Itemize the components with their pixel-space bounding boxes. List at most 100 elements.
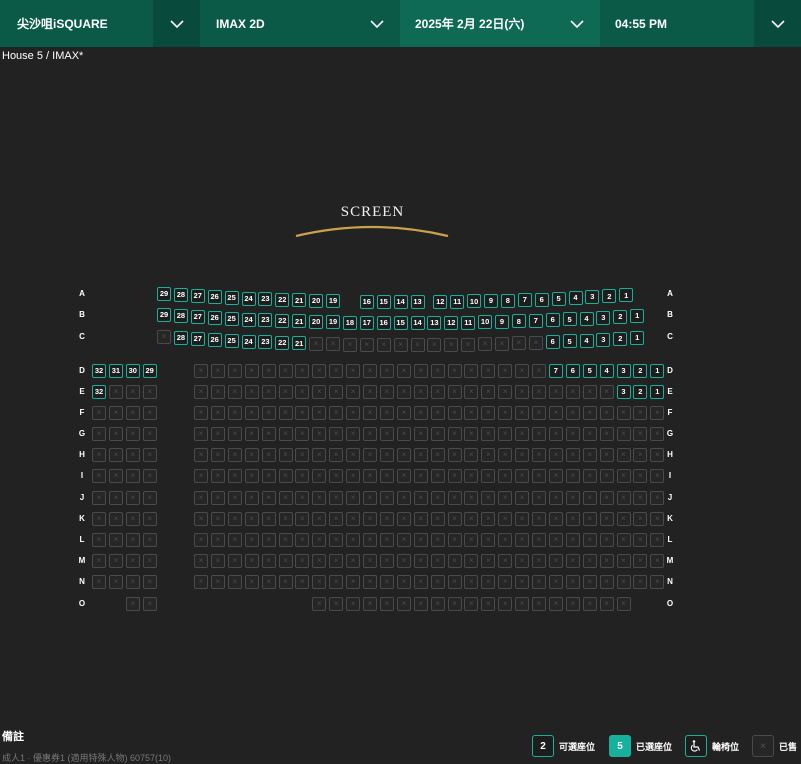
seat-available[interactable]: 21 — [292, 314, 307, 329]
format-select[interactable]: IMAX 2D — [200, 0, 400, 47]
seat-sold — [633, 533, 648, 547]
seat-available[interactable]: 16 — [359, 294, 374, 309]
seat-available[interactable]: 26 — [207, 289, 222, 304]
seat-available[interactable]: 23 — [258, 292, 273, 307]
seat-available[interactable]: 30 — [125, 364, 140, 378]
seat-available[interactable]: 20 — [309, 314, 324, 329]
seat-available[interactable]: 19 — [326, 294, 340, 309]
seat-available[interactable]: 25 — [224, 333, 239, 348]
chevron-down-icon[interactable] — [754, 0, 801, 47]
seat-available[interactable]: 4 — [599, 364, 614, 378]
chevron-down-icon[interactable] — [353, 0, 400, 47]
seat-available[interactable]: 24 — [241, 334, 256, 349]
seat-available[interactable]: 24 — [241, 291, 256, 306]
seat-available[interactable]: 25 — [224, 290, 239, 305]
seat-available[interactable]: 29 — [157, 307, 171, 322]
seat-available[interactable]: 26 — [207, 332, 222, 347]
seat-sold — [329, 533, 344, 547]
seat-available[interactable]: 22 — [275, 335, 290, 350]
seat-available[interactable]: 23 — [258, 335, 273, 350]
seat-available[interactable]: 20 — [309, 293, 324, 308]
seat-available[interactable]: 11 — [450, 294, 465, 309]
seat-available[interactable]: 13 — [410, 295, 425, 309]
seat-available[interactable]: 27 — [190, 309, 205, 324]
chevron-down-icon[interactable] — [553, 0, 600, 47]
chevron-down-icon[interactable] — [153, 0, 200, 47]
seat-available[interactable]: 4 — [579, 311, 594, 326]
seat-available[interactable]: 12 — [433, 294, 448, 309]
seat-available[interactable]: 31 — [108, 364, 123, 378]
seat-available[interactable]: 10 — [478, 315, 493, 330]
seat-available[interactable]: 10 — [467, 294, 482, 309]
seat-available[interactable]: 21 — [292, 293, 307, 308]
seat-available[interactable]: 5 — [562, 334, 577, 349]
seat-available[interactable]: 7 — [517, 293, 532, 308]
seat-available[interactable]: 28 — [173, 287, 188, 302]
seat-available[interactable]: 32 — [92, 385, 106, 399]
seat-available[interactable]: 2 — [602, 289, 617, 304]
date-select[interactable]: 2025年 2月 22日(六) — [400, 0, 600, 47]
seat-available[interactable]: 19 — [326, 315, 340, 330]
seat-available[interactable]: 6 — [534, 292, 549, 307]
seat-sold — [464, 469, 479, 483]
seat-available[interactable]: 27 — [190, 288, 205, 303]
seat-available[interactable]: 4 — [579, 333, 594, 348]
seat-available[interactable]: 3 — [616, 364, 631, 378]
seat-available[interactable]: 5 — [562, 312, 577, 327]
seat-available[interactable]: 5 — [551, 291, 566, 306]
seat-available[interactable]: 4 — [568, 291, 583, 306]
time-select[interactable]: 04:55 PM — [600, 0, 801, 47]
seat-sold — [616, 554, 631, 568]
seat-available[interactable]: 7 — [528, 313, 543, 328]
seat-available[interactable]: 16 — [376, 315, 391, 330]
seat-available[interactable]: 1 — [630, 308, 645, 323]
seat-available[interactable]: 7 — [548, 364, 563, 378]
seat-available[interactable]: 14 — [393, 295, 408, 309]
seat-available[interactable]: 6 — [545, 335, 560, 350]
seat-available[interactable]: 2 — [633, 385, 648, 399]
seat-available[interactable]: 1 — [619, 288, 634, 303]
seat-available[interactable]: 2 — [613, 309, 628, 324]
seat-available[interactable]: 3 — [596, 332, 611, 347]
seat-available[interactable]: 21 — [292, 336, 307, 351]
seat-sold — [413, 491, 428, 505]
seat-available[interactable]: 1 — [650, 364, 665, 378]
seat-available[interactable]: 5 — [582, 364, 597, 378]
seat-available[interactable]: 29 — [157, 286, 171, 301]
seat-available[interactable]: 3 — [585, 290, 600, 305]
seat-available[interactable]: 23 — [258, 313, 273, 328]
seat-available[interactable]: 26 — [207, 310, 222, 325]
seat-available[interactable]: 28 — [173, 308, 188, 323]
seat-available[interactable]: 6 — [545, 313, 560, 328]
seat-available[interactable]: 27 — [190, 331, 205, 346]
seat-available[interactable]: 8 — [511, 314, 526, 329]
seat-available[interactable]: 9 — [484, 294, 498, 308]
seat-available[interactable]: 9 — [495, 314, 509, 329]
seat-available[interactable]: 3 — [616, 385, 631, 399]
seat-available[interactable]: 28 — [173, 330, 188, 345]
row-label: F — [667, 408, 673, 417]
seat-available[interactable]: 14 — [410, 316, 425, 330]
seat-available[interactable]: 15 — [393, 316, 408, 330]
seat-available[interactable]: 11 — [461, 315, 476, 330]
seat-available[interactable]: 6 — [565, 364, 580, 378]
seat-available[interactable]: 15 — [376, 294, 391, 309]
seat-available[interactable]: 22 — [275, 313, 290, 328]
seat-sold — [413, 364, 428, 378]
seat-available[interactable]: 32 — [92, 364, 106, 378]
seat-available[interactable]: 24 — [241, 312, 256, 327]
seat-available[interactable]: 2 — [613, 331, 628, 346]
seat-available[interactable]: 17 — [359, 315, 374, 330]
seat-available[interactable]: 1 — [650, 385, 665, 399]
seat-available[interactable]: 29 — [142, 364, 157, 378]
seat-available[interactable]: 8 — [500, 293, 515, 308]
seat-available[interactable]: 25 — [224, 311, 239, 326]
seat-available[interactable]: 13 — [427, 315, 442, 330]
seat-available[interactable]: 2 — [633, 364, 648, 378]
seat-available[interactable]: 12 — [444, 315, 459, 330]
seat-available[interactable]: 22 — [275, 292, 290, 307]
seat-available[interactable]: 18 — [342, 315, 357, 330]
seat-available[interactable]: 3 — [596, 310, 611, 325]
cinema-select[interactable]: 尖沙咀iSQUARE — [0, 0, 200, 47]
seat-available[interactable]: 1 — [630, 330, 645, 345]
